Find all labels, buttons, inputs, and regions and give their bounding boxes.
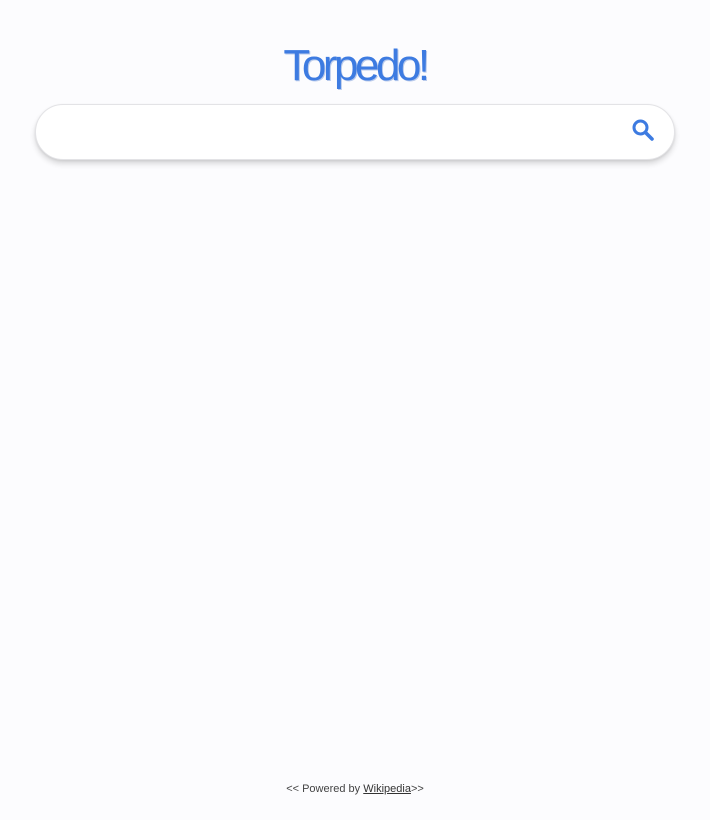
footer-prefix: << Powered by [286, 783, 364, 795]
search-bar [35, 104, 675, 161]
search-button[interactable] [630, 119, 656, 145]
search-input[interactable] [56, 105, 630, 161]
search-icon [631, 118, 655, 147]
footer-suffix: >> [410, 783, 424, 795]
footer: << Powered by Wikipedia>> [0, 783, 710, 795]
page: Torpedo! << Powered by Wikipedia>> [0, 0, 710, 820]
logo: Torpedo! [283, 41, 430, 90]
wikipedia-link[interactable]: Wikipedia [363, 783, 411, 795]
